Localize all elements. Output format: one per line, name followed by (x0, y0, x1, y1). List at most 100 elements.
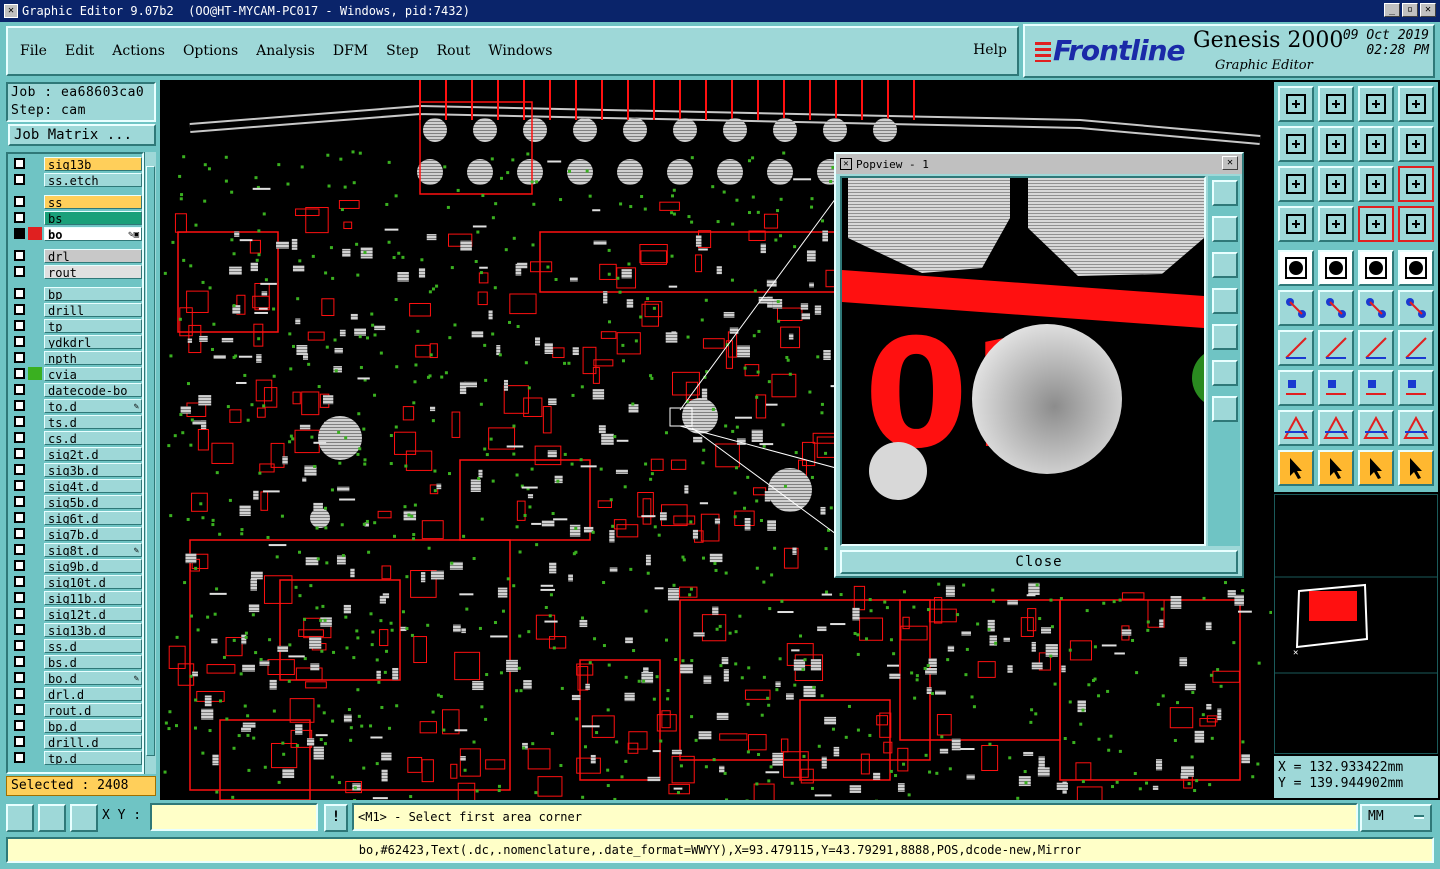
layer-checkbox[interactable] (14, 512, 25, 523)
layer-name[interactable]: sig6t.d (44, 510, 142, 525)
triangle-c-icon[interactable] (1358, 410, 1394, 446)
pop-center-icon[interactable] (1212, 396, 1238, 422)
home-icon[interactable] (1278, 86, 1314, 122)
layer-row[interactable]: cvia (10, 366, 142, 381)
layer-name[interactable]: sig5b.d (44, 494, 142, 509)
layer-name[interactable]: sig8t.d ✎ (44, 542, 142, 557)
menu-rout[interactable]: Rout (431, 43, 477, 59)
layer-checkbox[interactable] (14, 672, 25, 683)
layer-name[interactable]: cvia (44, 366, 142, 381)
zoom-prev-icon[interactable] (1278, 126, 1314, 162)
layer-name[interactable]: ydkdrl (44, 334, 142, 349)
layer-name[interactable]: datecode-bo (44, 382, 142, 397)
feature-select-icon[interactable] (1278, 250, 1314, 286)
layer-name[interactable]: sig2t.d (44, 446, 142, 461)
layer-name[interactable]: sig12t.d (44, 606, 142, 621)
layer-name[interactable]: rout (44, 264, 142, 279)
layer-row[interactable]: tp (10, 318, 142, 333)
layer-name[interactable]: drl.d (44, 686, 142, 701)
close-button[interactable]: ✕ (1420, 3, 1436, 17)
layer-checkbox[interactable] (14, 464, 25, 475)
layer-scrollbar[interactable] (144, 152, 156, 774)
exclaim-button[interactable]: ! (324, 804, 348, 832)
layer-checkbox[interactable] (14, 336, 25, 347)
layer-row[interactable]: cs.d (10, 430, 142, 445)
layer-checkbox[interactable] (14, 250, 25, 261)
layer-row[interactable]: datecode-bo (10, 382, 142, 397)
layer-checkbox[interactable] (14, 320, 25, 331)
layer-name[interactable]: sig13b.d (44, 622, 142, 637)
center-icon[interactable] (1318, 166, 1354, 202)
layer-name[interactable]: ss (44, 194, 142, 209)
menu-analysis[interactable]: Analysis (250, 43, 321, 59)
layer-row[interactable]: sig2t.d (10, 446, 142, 461)
triangle-a-icon[interactable] (1278, 410, 1314, 446)
layer-name[interactable]: npth (44, 350, 142, 365)
split-icon[interactable] (1398, 330, 1434, 366)
pointer-box-icon[interactable] (1318, 450, 1354, 486)
line-add-icon[interactable] (1358, 290, 1394, 326)
layer-row[interactable]: sig6t.d (10, 510, 142, 525)
layer-checkbox[interactable] (14, 228, 25, 239)
layer-name[interactable]: ss.etch (44, 172, 142, 187)
layer-row[interactable]: sig10t.d (10, 574, 142, 589)
pop-prev-icon[interactable] (1212, 288, 1238, 314)
popview-close-icon[interactable]: ✕ (1222, 156, 1238, 170)
menu-file[interactable]: File (14, 43, 53, 59)
layer-checkbox[interactable] (14, 158, 25, 169)
layer-row[interactable]: ss.d (10, 638, 142, 653)
layer-toggle-icon[interactable] (1358, 206, 1394, 242)
layer-checkbox[interactable] (14, 448, 25, 459)
menu-help[interactable]: Help (973, 42, 1007, 58)
zoom-out-icon[interactable] (1358, 126, 1394, 162)
pointer-circle-icon[interactable] (1358, 450, 1394, 486)
pop-zoom-in-icon[interactable] (1212, 216, 1238, 242)
layer-checkbox[interactable] (14, 352, 25, 363)
pop-pan-icon[interactable] (1212, 360, 1238, 386)
layer-row[interactable]: to.d ✎ (10, 398, 142, 413)
layer-row[interactable]: rout (10, 264, 142, 279)
layer-checkbox[interactable] (14, 624, 25, 635)
layer-name[interactable]: tp.d (44, 750, 142, 765)
layer-checkbox[interactable] (14, 544, 25, 555)
layer-name[interactable]: drill.d (44, 734, 142, 749)
layer-row[interactable]: sig8t.d ✎ (10, 542, 142, 557)
job-matrix-button[interactable]: Job Matrix ... (8, 124, 156, 146)
menu-actions[interactable]: Actions (106, 43, 171, 59)
layer-name[interactable]: bp.d (44, 718, 142, 733)
layer-row[interactable]: sig11b.d (10, 590, 142, 605)
layer-checkbox[interactable] (14, 400, 25, 411)
layer-checkbox[interactable] (14, 196, 25, 207)
layer-name[interactable]: bo.d ✎ (44, 670, 142, 685)
zoom-home-icon[interactable] (1318, 86, 1354, 122)
layer-checkbox[interactable] (14, 608, 25, 619)
pointer-icon[interactable] (1278, 450, 1314, 486)
layer-row[interactable]: sig12t.d (10, 606, 142, 621)
layer-name[interactable]: drill (44, 302, 142, 317)
grid-snap-icon[interactable] (38, 804, 66, 832)
layer-row[interactable]: ss.etch (10, 172, 142, 187)
net-icon[interactable] (1278, 290, 1314, 326)
minimize-button[interactable]: _ (1384, 3, 1400, 17)
layer-row[interactable]: bp.d (10, 718, 142, 733)
layer-checkbox[interactable] (14, 560, 25, 571)
layer-row[interactable]: bs.d (10, 654, 142, 669)
layer-checkbox[interactable] (14, 704, 25, 715)
layer-name[interactable]: rout.d (44, 702, 142, 717)
layer-name[interactable]: tp (44, 318, 142, 333)
layer-name[interactable]: bs (44, 210, 142, 225)
layer-name[interactable]: ts.d (44, 414, 142, 429)
layer-name[interactable]: sig3b.d (44, 462, 142, 477)
menu-options[interactable]: Options (177, 43, 244, 59)
pan-icon[interactable] (1278, 166, 1314, 202)
triangle-d-icon[interactable] (1398, 410, 1434, 446)
snap-icon[interactable] (1398, 126, 1434, 162)
layer-checkbox[interactable] (14, 174, 25, 185)
layer-checkbox[interactable] (14, 480, 25, 491)
layer-checkbox[interactable] (14, 528, 25, 539)
layer-row[interactable]: bo.d ✎ (10, 670, 142, 685)
pop-next-icon[interactable] (1212, 324, 1238, 350)
layer-name[interactable]: cs.d (44, 430, 142, 445)
layer-checkbox[interactable] (14, 368, 25, 379)
layer-row[interactable]: drill.d (10, 734, 142, 749)
